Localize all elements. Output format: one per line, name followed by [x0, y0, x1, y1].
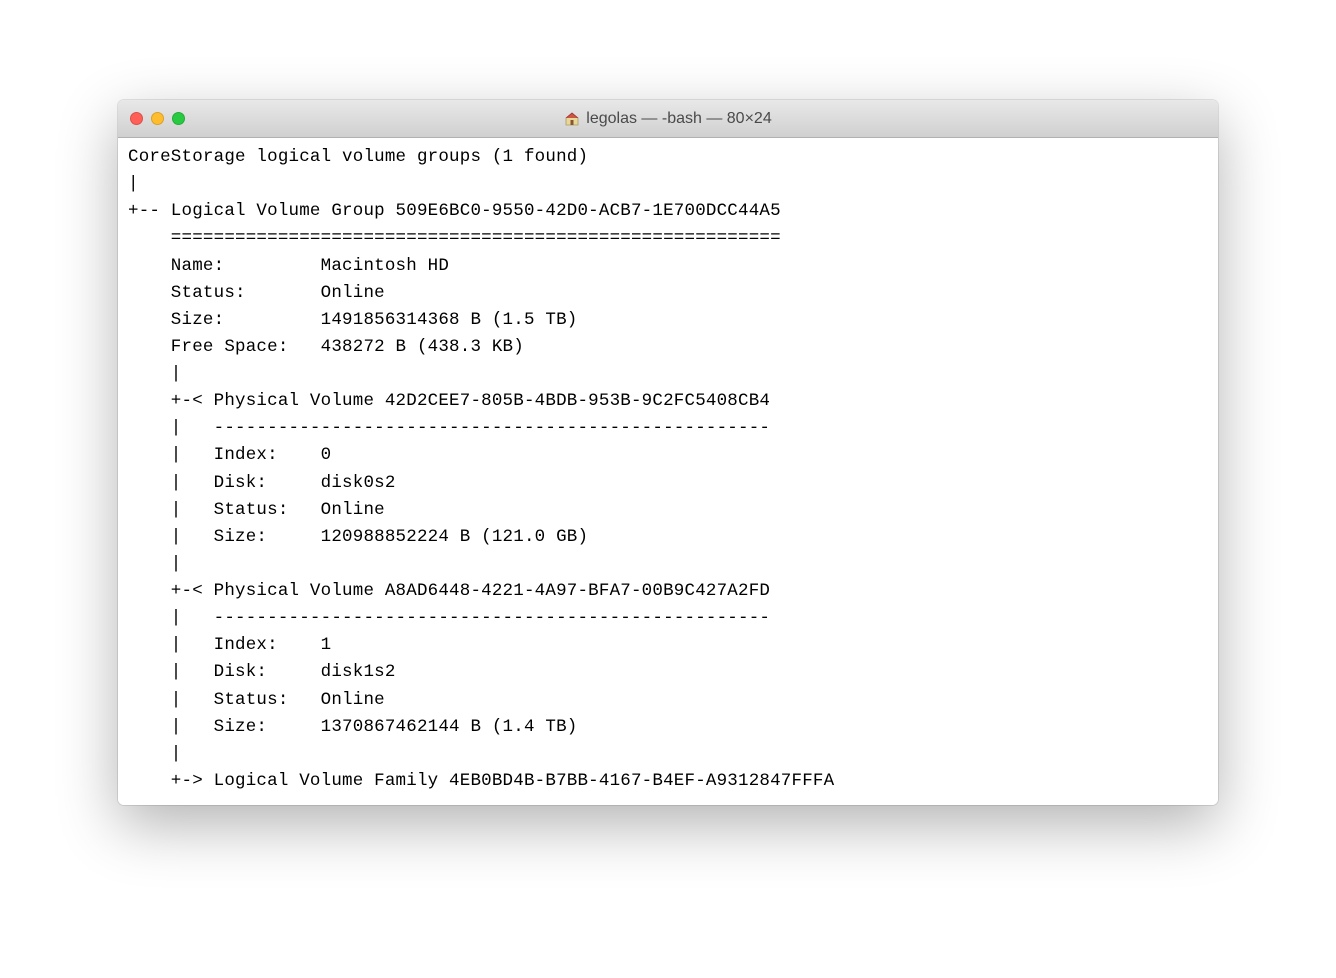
- window-title-text: legolas — -bash — 80×24: [586, 110, 771, 128]
- home-icon: [564, 111, 580, 127]
- traffic-lights: [118, 112, 185, 125]
- maximize-button[interactable]: [172, 112, 185, 125]
- terminal-window: legolas — -bash — 80×24 CoreStorage logi…: [118, 100, 1218, 805]
- window-titlebar[interactable]: legolas — -bash — 80×24: [118, 100, 1218, 138]
- terminal-output[interactable]: CoreStorage logical volume groups (1 fou…: [118, 138, 1218, 805]
- minimize-button[interactable]: [151, 112, 164, 125]
- window-title: legolas — -bash — 80×24: [118, 110, 1218, 128]
- close-button[interactable]: [130, 112, 143, 125]
